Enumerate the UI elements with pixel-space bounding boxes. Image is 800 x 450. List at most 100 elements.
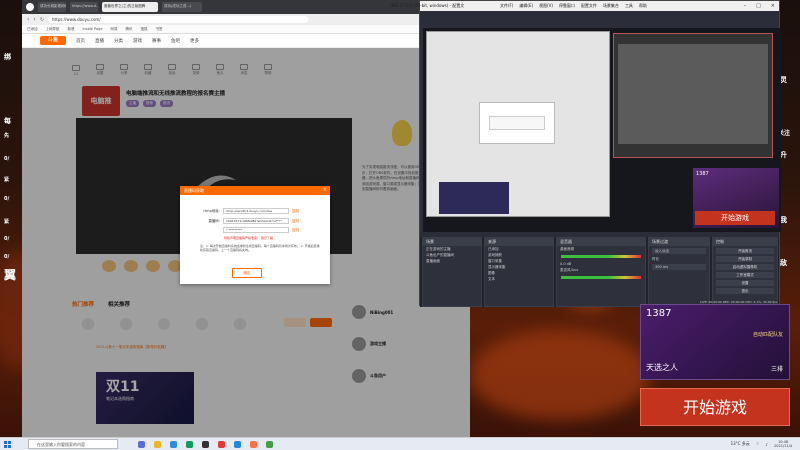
overlay-left-label: 每	[4, 117, 11, 125]
overlay-left-label: 0/	[4, 254, 10, 260]
scenes-dock: 场景 正在游戏的主播 斗鱼出产的直播间 直播画面	[422, 237, 482, 307]
weather-widget[interactable]: 13°C 多云	[731, 441, 750, 447]
browser-tab[interactable]: 魔兽世界之(之)的正版图腾	[102, 2, 158, 12]
overlay-left-label: 紧	[4, 177, 10, 183]
overlay-right-label: 我	[780, 216, 787, 224]
back-icon[interactable]: ‹	[27, 16, 29, 23]
app-icon[interactable]	[250, 440, 257, 448]
bookmark-item[interactable]: 网易	[111, 27, 118, 32]
nav-item[interactable]: 游戏	[133, 38, 142, 44]
start-recording-button[interactable]: 开始录制	[716, 256, 774, 262]
window-controls: – □ ×	[744, 1, 775, 11]
game-mode: 三排	[770, 366, 783, 373]
volume-icon[interactable]: ♪	[765, 442, 768, 447]
minimize-icon[interactable]: –	[744, 1, 747, 11]
scene-item[interactable]: 直播画面	[423, 258, 481, 264]
virtual-camera-button[interactable]: 启动虚拟摄像机	[716, 264, 774, 270]
windows-start-icon[interactable]	[0, 438, 14, 450]
ok-button[interactable]: 确定	[232, 268, 262, 278]
nav-item[interactable]: 鱼吧	[171, 38, 180, 44]
bookmark-item[interactable]: 上网导航	[46, 27, 60, 32]
field-label: rtmp地址:	[203, 208, 220, 213]
app-icon[interactable]	[234, 440, 241, 448]
menu-item[interactable]: 停靠窗口	[559, 1, 575, 11]
hero-name: 天选之人	[646, 363, 678, 372]
preview-game-capture: 1387 开始游戏	[693, 168, 779, 228]
close-icon[interactable]: ×	[771, 1, 775, 11]
bookmark-item[interactable]: 已添加	[27, 27, 38, 32]
studio-mode-button[interactable]: 工作室模式	[716, 272, 774, 278]
site-logo[interactable]: 斗鱼	[40, 36, 66, 45]
overlay-left-label: 0/	[4, 196, 10, 202]
browser-tab[interactable]: https://www.d...	[70, 2, 98, 12]
overlay-right-label: 敌	[780, 259, 787, 267]
rtmp-field[interactable]: rtmp://sendfc3.douyu.com/live	[223, 208, 289, 214]
dialog-warning: 特别声明直播码严禁泄露！ 我已了解	[224, 236, 273, 240]
bookmark-item[interactable]: 腾讯	[126, 27, 133, 32]
forward-icon[interactable]: ›	[33, 16, 35, 23]
maximize-icon[interactable]: □	[756, 1, 761, 11]
nav-item[interactable]: 首页	[76, 38, 85, 44]
exit-button[interactable]: 退出	[716, 288, 774, 294]
stream-key-field[interactable]: 10912471caf9fa08d?wsSecret=a****	[223, 218, 289, 224]
overlay-left-label: 紧	[4, 219, 10, 225]
nav-item[interactable]: 赛事	[152, 38, 161, 44]
copy-button[interactable]: 复制	[292, 209, 299, 214]
obs-icon[interactable]	[202, 440, 209, 448]
transition-select[interactable]: 淡入淡出	[652, 248, 706, 254]
game-card[interactable]: 1387 自动匹配队友 天选之人 三排	[640, 304, 790, 380]
chrome-icon[interactable]	[186, 440, 193, 448]
bookmark-item[interactable]: Inside Page	[83, 27, 103, 31]
nav-item[interactable]: 更多	[190, 38, 199, 44]
preview-promo	[439, 182, 509, 214]
audio-channel-label: 桌面音频	[560, 247, 574, 251]
nav-item[interactable]: 直播	[95, 38, 104, 44]
obs-preview[interactable]: 1387 开始游戏	[423, 28, 781, 232]
menu-item[interactable]: 场景集合	[603, 1, 619, 11]
overlay-left-label: 先	[4, 133, 10, 139]
menu-item[interactable]: 文件(F)	[500, 1, 513, 11]
copy-button[interactable]: 复制	[292, 219, 299, 224]
menu-item[interactable]: 帮助	[639, 1, 647, 11]
file-explorer-icon[interactable]	[154, 440, 161, 448]
settings-button[interactable]: 设置	[716, 280, 774, 286]
dock-title: 场景	[423, 238, 481, 246]
wechat-icon[interactable]	[266, 440, 273, 448]
source-item[interactable]: 文本	[485, 276, 553, 282]
menu-item[interactable]: 视图(V)	[539, 1, 553, 11]
dialog-header: 直播码获取 ×	[180, 186, 330, 195]
secret-field[interactable]: * *********	[223, 227, 289, 233]
address-input[interactable]: https://www.douyu.com/	[48, 16, 309, 23]
copy-button[interactable]: 复制	[292, 228, 299, 233]
clock-date: 2021/11/4	[774, 444, 792, 448]
browser-tab[interactable]: 成功(成功之成...)	[162, 2, 202, 12]
nav-item[interactable]: 分类	[114, 38, 123, 44]
taskbar-apps	[138, 440, 273, 448]
clock[interactable]: 10:48 2021/11/4	[774, 440, 792, 448]
browser-icon[interactable]	[170, 440, 177, 448]
task-view-icon[interactable]	[138, 440, 145, 448]
taskbar-search-input[interactable]: 在这里输入你要搜索的内容	[28, 439, 118, 449]
bookmark-item[interactable]: 搜狐	[141, 27, 148, 32]
game-icon[interactable]	[218, 440, 225, 448]
transitions-dock: 场景过渡 淡入淡出 时长 300 ms	[648, 237, 710, 307]
bookmark-item[interactable]: 书签	[156, 27, 163, 32]
obs-window: OBS 27.0.1 (64-bit, windows) - 配置文件: 未命名…	[390, 0, 781, 307]
network-icon[interactable]: ⌔	[756, 441, 760, 447]
start-game-button[interactable]: 开始游戏	[640, 388, 790, 426]
browser-tab[interactable]: 成功长城影视网络	[38, 2, 66, 12]
dialog-title: 直播码获取	[184, 188, 204, 193]
preview-count: 1387	[696, 171, 709, 177]
taskbar: 在这里输入你要搜索的内容 13°C 多云 ⌔ ♪ 10:48 2021/11/4	[0, 437, 800, 450]
site-nav: 斗鱼 首页 直播 分类 游戏 赛事 鱼吧 更多	[22, 34, 470, 48]
bookmark-item[interactable]: 新浪	[68, 27, 75, 32]
controls-dock: 控制 开始推流 开始录制 启动虚拟摄像机 工作室模式 设置 退出	[712, 237, 778, 307]
overlay-left-label: 翼	[4, 268, 17, 282]
reload-icon[interactable]: ↻	[40, 17, 44, 23]
menu-item[interactable]: 编辑(E)	[519, 1, 533, 11]
menu-item[interactable]: 工具	[625, 1, 633, 11]
menu-item[interactable]: 配置文件	[581, 1, 597, 11]
start-streaming-button[interactable]: 开始推流	[716, 248, 774, 254]
close-icon[interactable]: ×	[323, 186, 327, 195]
duration-input[interactable]: 300 ms	[652, 264, 706, 270]
